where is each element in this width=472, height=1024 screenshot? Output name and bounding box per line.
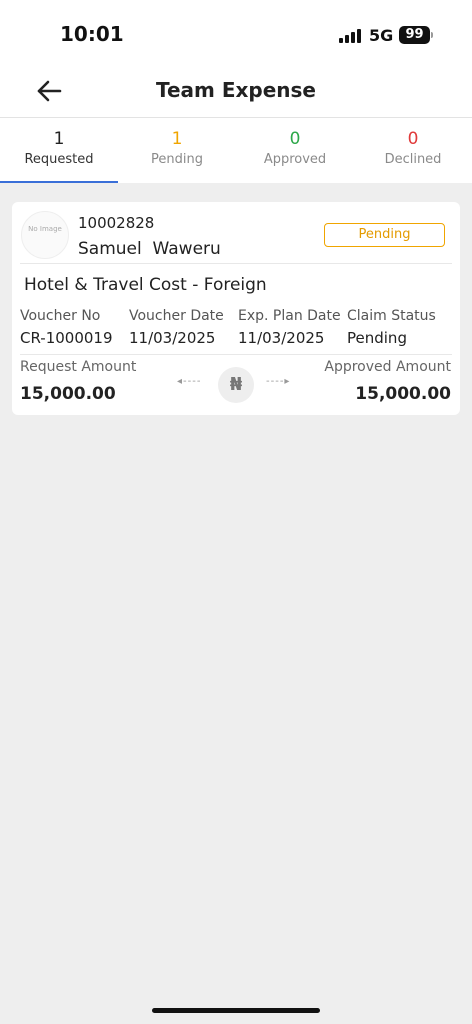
tab-requested[interactable]: 1 Requested — [0, 118, 118, 183]
active-tab-indicator — [0, 181, 118, 183]
divider — [20, 354, 452, 355]
tab-count: 0 — [289, 129, 301, 149]
exp-plan-date-label: Exp. Plan Date — [238, 308, 341, 324]
page-title: Team Expense — [156, 78, 316, 102]
signal-icon — [339, 29, 361, 43]
approved-amount-label: Approved Amount — [324, 359, 451, 375]
voucher-date-value: 11/03/2025 — [129, 329, 216, 347]
employee-name: Samuel Waweru — [78, 239, 221, 259]
employee-id: 10002828 — [78, 214, 155, 232]
arrow-right-icon: ----▸ — [266, 376, 291, 387]
exp-plan-date-value: 11/03/2025 — [238, 329, 325, 347]
battery-icon: 99 — [399, 26, 430, 44]
tab-count: 0 — [407, 129, 419, 149]
expense-title: Hotel & Travel Cost - Foreign — [24, 275, 267, 295]
battery-tip — [431, 32, 433, 38]
status-badge: Pending — [324, 223, 445, 247]
tab-label: Requested — [24, 152, 94, 167]
tab-approved[interactable]: 0 Approved — [236, 118, 354, 183]
tab-label: Pending — [151, 152, 203, 167]
arrow-left-icon: ◂---- — [177, 376, 202, 387]
claim-status-label: Claim Status — [347, 308, 436, 324]
voucher-no-label: Voucher No — [20, 308, 101, 324]
claim-status-value: Pending — [347, 329, 407, 347]
expense-card[interactable]: No Image 10002828 Samuel Waweru Pending … — [12, 202, 460, 415]
voucher-date-label: Voucher Date — [129, 308, 224, 324]
tab-label: Approved — [263, 152, 327, 167]
network-type: 5G — [369, 26, 394, 45]
voucher-no-value: CR-1000019 — [20, 329, 113, 347]
approved-amount-value: 15,000.00 — [355, 384, 451, 404]
tab-label: Declined — [384, 152, 442, 167]
avatar: No Image — [21, 211, 69, 259]
tab-declined[interactable]: 0 Declined — [354, 118, 472, 183]
status-time: 10:01 — [60, 22, 124, 46]
tab-count: 1 — [171, 129, 183, 149]
tab-pending[interactable]: 1 Pending — [118, 118, 236, 183]
divider — [20, 263, 452, 264]
tab-count: 1 — [53, 129, 65, 149]
app-header: Team Expense — [0, 66, 472, 118]
status-tabs: 1 Requested 1 Pending 0 Approved 0 Decli… — [0, 118, 472, 183]
request-amount-value: 15,000.00 — [20, 384, 116, 404]
status-bar: 10:01 5G 99 — [0, 0, 472, 66]
home-indicator[interactable] — [152, 1008, 320, 1013]
naira-currency-icon: ₦ — [218, 367, 254, 403]
request-amount-label: Request Amount — [20, 359, 137, 375]
